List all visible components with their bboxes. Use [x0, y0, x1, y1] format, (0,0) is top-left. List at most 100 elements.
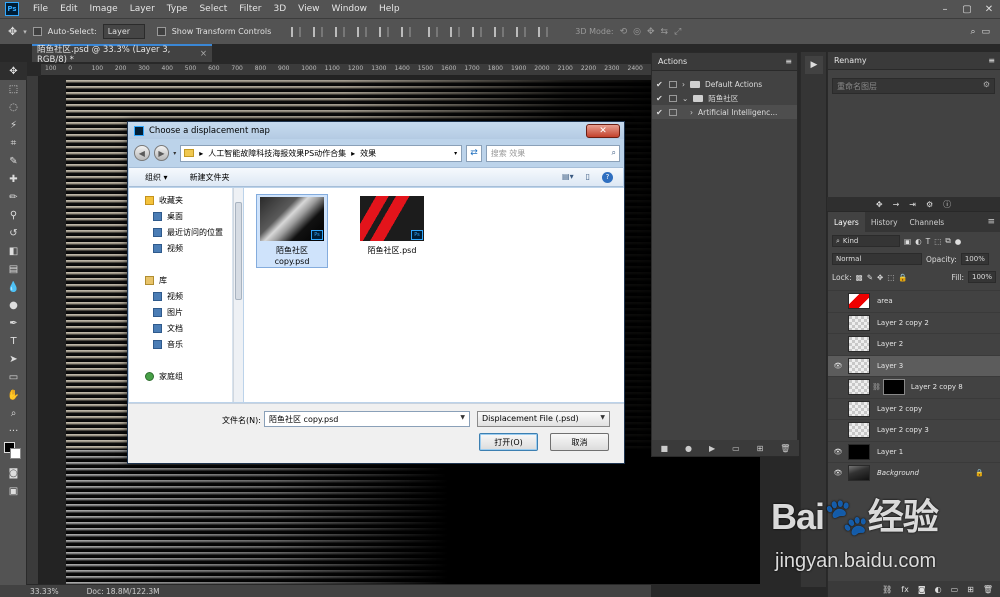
maximize-button[interactable]: ▢: [956, 4, 978, 15]
menu-select[interactable]: Select: [193, 4, 233, 14]
type-tool-icon[interactable]: T: [0, 332, 27, 350]
move-tool-icon[interactable]: ✥: [0, 62, 27, 80]
cancel-button[interactable]: 取消: [550, 433, 609, 451]
menu-file[interactable]: File: [27, 4, 54, 14]
shape-tool-icon[interactable]: ▭: [0, 368, 27, 386]
stop-icon[interactable]: ■: [660, 444, 668, 453]
panel-menu-icon[interactable]: ≡: [785, 57, 792, 66]
distribute-left-icon[interactable]: [494, 26, 505, 37]
close-window-button[interactable]: ✕: [978, 4, 1000, 15]
auto-select-checkbox[interactable]: [32, 27, 42, 36]
forward-icon[interactable]: ▶: [153, 145, 170, 161]
back-icon[interactable]: ◀: [134, 145, 150, 161]
info-icon[interactable]: ⓘ: [943, 199, 951, 210]
open-button[interactable]: 打开(O): [479, 433, 538, 451]
3d-scale-icon[interactable]: ⤢: [674, 27, 681, 37]
layer-row[interactable]: Layer 2 copy: [828, 397, 1000, 420]
align-right-icon[interactable]: [401, 26, 412, 37]
healing-brush-tool-icon[interactable]: ✚: [0, 170, 27, 188]
chevron-down-icon[interactable]: ▼: [600, 414, 605, 421]
filter-type-icon[interactable]: T: [926, 237, 931, 246]
visibility-eye-icon[interactable]: 👁: [828, 362, 848, 370]
new-set-icon[interactable]: ▭: [732, 444, 740, 453]
nav-recent-places[interactable]: 最近访问的位置: [129, 224, 232, 240]
3d-rotate-icon[interactable]: ⟲: [620, 27, 628, 37]
scrollbar-thumb[interactable]: [235, 202, 242, 300]
move-tool-icon[interactable]: ✥: [8, 25, 17, 38]
arrange-icon[interactable]: ✥: [876, 200, 883, 209]
new-action-icon[interactable]: ⊞: [757, 444, 764, 453]
mask-link-icon[interactable]: ⛓: [872, 383, 881, 391]
layer-row[interactable]: 👁 Layer 1: [828, 440, 1000, 463]
nav-lib-pictures[interactable]: 图片: [129, 304, 232, 320]
minimize-button[interactable]: –: [934, 4, 956, 15]
preview-pane-icon[interactable]: ▯: [586, 172, 590, 183]
gear-icon[interactable]: ⚙: [926, 200, 933, 209]
menu-view[interactable]: View: [292, 4, 325, 14]
menu-3d[interactable]: 3D: [268, 4, 293, 14]
panel-menu-icon[interactable]: ≡: [988, 56, 995, 65]
layer-row[interactable]: area: [828, 290, 1000, 312]
path-selection-tool-icon[interactable]: ➤: [0, 350, 27, 368]
menu-image[interactable]: Image: [84, 4, 124, 14]
distribute-middle-icon[interactable]: [450, 26, 461, 37]
lock-pixels-icon[interactable]: ✎: [867, 273, 873, 282]
filter-shape-icon[interactable]: ⬚: [934, 237, 941, 246]
eraser-tool-icon[interactable]: ◧: [0, 242, 27, 260]
action-row[interactable]: ✔ › Artificial Intelligenc...: [652, 105, 797, 119]
zoom-tool-icon[interactable]: ⌕: [0, 404, 27, 422]
play-panel-icon[interactable]: ▶: [805, 56, 823, 74]
layer-mask-thumbnail[interactable]: [882, 379, 905, 396]
file-item[interactable]: Ps 陌鱼社区 copy.psd: [256, 194, 328, 268]
layer-row[interactable]: 👁 Layer 3: [828, 354, 1000, 376]
menu-type[interactable]: Type: [161, 4, 194, 14]
export-icon[interactable]: ⇥: [909, 200, 916, 209]
nav-desktop[interactable]: 桌面: [129, 208, 232, 224]
quick-mask-icon[interactable]: ◙: [0, 464, 27, 482]
expand-arrow-icon[interactable]: ›: [682, 80, 685, 89]
tab-channels[interactable]: Channels: [904, 212, 951, 232]
new-folder-button[interactable]: 新建文件夹: [190, 172, 230, 183]
panel-menu-icon[interactable]: ≡: [987, 217, 995, 227]
action-set-row[interactable]: ✔ › Default Actions: [652, 77, 797, 91]
filetype-select[interactable]: Displacement File (.psd) ▼: [477, 411, 610, 427]
menu-help[interactable]: Help: [373, 4, 406, 14]
workspace-search-icon[interactable]: ⌕: [970, 27, 975, 37]
visibility-eye-icon[interactable]: 👁: [828, 448, 848, 456]
clone-stamp-tool-icon[interactable]: ⚲: [0, 206, 27, 224]
nav-libraries[interactable]: 库: [129, 272, 232, 288]
gradient-tool-icon[interactable]: ▤: [0, 260, 27, 278]
address-dropdown-icon[interactable]: ▾: [454, 150, 457, 157]
nav-videos[interactable]: 视频: [129, 240, 232, 256]
visibility-eye-icon[interactable]: 👁: [828, 469, 848, 477]
close-button[interactable]: ✕: [586, 123, 620, 138]
align-top-icon[interactable]: [291, 26, 302, 37]
help-icon[interactable]: ?: [602, 171, 613, 183]
rename-input[interactable]: 重命名图层 ⚙: [832, 78, 995, 94]
3d-pan-icon[interactable]: ✥: [647, 27, 655, 37]
lock-all-icon[interactable]: 🔒: [898, 273, 907, 282]
kind-filter-dropdown[interactable]: ⌕ Kind: [832, 235, 900, 247]
layer-row[interactable]: Layer 2 copy 2: [828, 311, 1000, 334]
filter-pixel-icon[interactable]: ▣: [904, 237, 911, 246]
align-center-icon[interactable]: [379, 26, 390, 37]
nav-lib-videos[interactable]: 视频: [129, 288, 232, 304]
show-transform-checkbox[interactable]: [156, 27, 166, 36]
brush-tool-icon[interactable]: ✏: [0, 188, 27, 206]
action-set-row[interactable]: ✔ ⌄ 陌鱼社区: [652, 91, 797, 105]
marquee-tool-icon[interactable]: ⬚: [0, 80, 27, 98]
distribute-right-icon[interactable]: [538, 26, 549, 37]
trash-icon[interactable]: 🗑: [780, 444, 790, 453]
layer-row[interactable]: Layer 2: [828, 333, 1000, 355]
dialog-title-bar[interactable]: Choose a displacement map ✕: [128, 122, 624, 139]
distribute-top-icon[interactable]: [428, 26, 439, 37]
play-icon[interactable]: ▶: [709, 444, 715, 453]
actions-tab[interactable]: Actions ≡: [652, 53, 797, 71]
lock-artboard-icon[interactable]: ⬚: [887, 273, 894, 282]
layer-row[interactable]: ⛓ Layer 2 copy 8: [828, 376, 1000, 398]
dialog-toggle-icon[interactable]: [669, 108, 677, 116]
fill-input[interactable]: 100%: [967, 271, 996, 283]
record-icon[interactable]: ●: [685, 444, 692, 453]
action-check-icon[interactable]: ✔: [656, 94, 664, 103]
lasso-tool-icon[interactable]: ◌: [0, 98, 27, 116]
